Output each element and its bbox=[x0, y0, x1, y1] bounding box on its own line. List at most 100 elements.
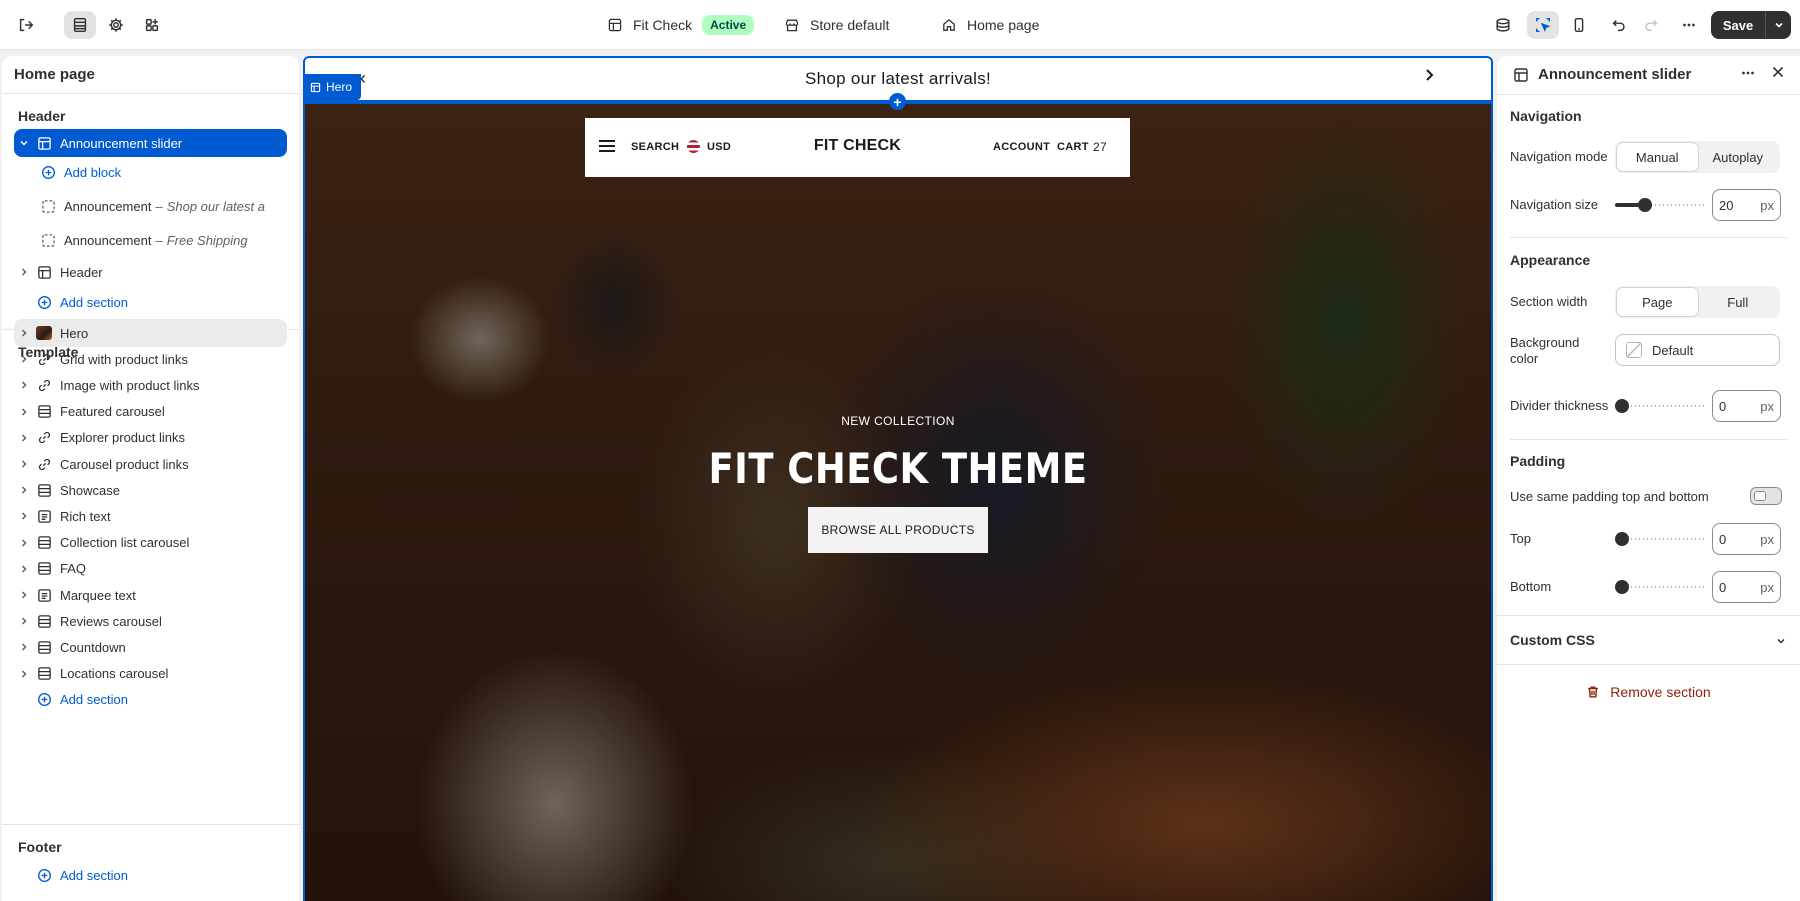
tree-item-image-with-product-links[interactable]: Image with product links bbox=[14, 371, 287, 399]
add-section-button[interactable]: Add section bbox=[14, 861, 287, 889]
tree-item-countdown[interactable]: Countdown bbox=[14, 633, 287, 661]
apps-icon[interactable] bbox=[136, 11, 168, 39]
chevron-right-icon[interactable] bbox=[18, 669, 30, 679]
hero-section[interactable]: SEARCH USD FIT CHECK ACCOUNT CART 27 NEW… bbox=[303, 102, 1493, 901]
sections-view-icon[interactable] bbox=[64, 11, 96, 39]
save-button[interactable]: Save bbox=[1711, 11, 1791, 39]
custom-css-toggle[interactable]: Custom CSS bbox=[1510, 632, 1787, 648]
tree-item-marquee-text[interactable]: Marquee text bbox=[14, 581, 287, 609]
padding-top-value[interactable]: 0 bbox=[1719, 532, 1760, 547]
chevron-down-icon[interactable] bbox=[18, 138, 30, 148]
chevron-right-icon[interactable] bbox=[18, 485, 30, 495]
tree-item-reviews-carousel[interactable]: Reviews carousel bbox=[14, 607, 287, 635]
store-context-label: Store default bbox=[810, 17, 890, 33]
chevron-right-icon[interactable] bbox=[1421, 67, 1437, 88]
theme-selector[interactable]: Fit Check Active bbox=[607, 14, 755, 36]
padding-bottom-slider[interactable] bbox=[1615, 580, 1705, 594]
slider-handle[interactable] bbox=[1615, 580, 1629, 594]
mobile-view-icon[interactable] bbox=[1563, 11, 1595, 39]
padding-bottom-value[interactable]: 0 bbox=[1719, 580, 1760, 595]
chevron-down-icon[interactable] bbox=[1775, 634, 1787, 650]
tree-item-rich-text[interactable]: Rich text bbox=[14, 502, 287, 530]
unit-label: px bbox=[1760, 531, 1774, 547]
tree-item-carousel-product-links[interactable]: Carousel product links bbox=[14, 450, 287, 478]
settings-title: Announcement slider bbox=[1538, 66, 1692, 83]
exit-icon[interactable] bbox=[10, 11, 42, 39]
tree-item-hero[interactable]: Hero bbox=[14, 319, 287, 347]
undo-icon[interactable] bbox=[1603, 11, 1635, 39]
same-padding-toggle[interactable] bbox=[1750, 487, 1782, 505]
announcement-text: Shop our latest arrivals! bbox=[804, 68, 992, 88]
gear-icon[interactable] bbox=[100, 11, 132, 39]
chevron-right-icon[interactable] bbox=[18, 459, 30, 469]
tree-item-locations-carousel[interactable]: Locations carousel bbox=[14, 660, 287, 688]
tree-item-grid-with-product-links[interactable]: Grid with product links bbox=[14, 345, 287, 373]
padding-top-input[interactable]: 0 px bbox=[1712, 523, 1781, 555]
navigation-mode-autoplay[interactable]: Autoplay bbox=[1698, 143, 1779, 171]
slider-handle[interactable] bbox=[1615, 532, 1629, 546]
tree-item-collection-list-carousel[interactable]: Collection list carousel bbox=[14, 529, 287, 557]
page-selector[interactable]: Home page bbox=[941, 14, 1039, 36]
settings-panel: Announcement slider Navigation Navigatio… bbox=[1497, 56, 1800, 901]
tree-item-showcase[interactable]: Showcase bbox=[14, 476, 287, 504]
tree-item-announcement-1[interactable]: Announcement – Shop our latest a bbox=[14, 192, 287, 220]
slider-handle[interactable] bbox=[1615, 399, 1629, 413]
navigation-mode-manual[interactable]: Manual bbox=[1617, 143, 1698, 171]
add-section-button[interactable]: Add section bbox=[14, 288, 287, 316]
navigation-size-slider[interactable] bbox=[1615, 198, 1705, 212]
select-element-icon[interactable] bbox=[1527, 11, 1559, 39]
navigation-size-input[interactable]: 20 px bbox=[1712, 189, 1781, 221]
navigation-size-label: Navigation size bbox=[1510, 197, 1599, 212]
chevron-right-icon[interactable] bbox=[18, 538, 30, 548]
navigation-size-value[interactable]: 20 bbox=[1719, 198, 1760, 213]
chevron-right-icon[interactable] bbox=[18, 267, 30, 277]
chevron-right-icon[interactable] bbox=[18, 407, 30, 417]
tree-item-label: Grid with product links bbox=[60, 351, 188, 367]
preview-inspector-icon[interactable] bbox=[1487, 11, 1519, 39]
tree-item-header[interactable]: Header bbox=[14, 258, 287, 286]
browse-all-products-button[interactable]: BROWSE ALL PRODUCTS bbox=[808, 507, 988, 553]
close-icon[interactable] bbox=[1770, 64, 1786, 85]
chevron-down-icon[interactable] bbox=[1766, 19, 1791, 31]
section-width-page[interactable]: Page bbox=[1617, 288, 1698, 316]
tree-item-announcement-2[interactable]: Announcement – Free Shipping bbox=[14, 226, 287, 254]
remove-section-button[interactable]: Remove section bbox=[1497, 684, 1800, 700]
tree-item-faq[interactable]: FAQ bbox=[14, 555, 287, 583]
more-horizontal-icon[interactable] bbox=[1673, 11, 1705, 39]
add-block-button[interactable]: Add block bbox=[14, 158, 287, 186]
chevron-right-icon[interactable] bbox=[18, 354, 30, 364]
chevron-right-icon[interactable] bbox=[18, 328, 30, 338]
account-link[interactable]: ACCOUNT bbox=[993, 141, 1050, 153]
section-width-segmented: Page Full bbox=[1615, 286, 1780, 318]
chevron-right-icon[interactable] bbox=[18, 433, 30, 443]
chevron-right-icon[interactable] bbox=[18, 590, 30, 600]
add-section-button[interactable]: Add section bbox=[14, 686, 287, 714]
padding-bottom-input[interactable]: 0 px bbox=[1712, 571, 1781, 603]
tree-item-announcement-slider[interactable]: Announcement slider bbox=[14, 129, 287, 157]
divider-thickness-input[interactable]: 0 px bbox=[1712, 390, 1781, 422]
chevron-right-icon[interactable] bbox=[18, 511, 30, 521]
tree-item-featured-carousel[interactable]: Featured carousel bbox=[14, 398, 287, 426]
add-section-plus-icon[interactable]: + bbox=[889, 93, 906, 110]
redo-icon[interactable] bbox=[1635, 11, 1667, 39]
tree-item-explorer-product-links[interactable]: Explorer product links bbox=[14, 424, 287, 452]
chevron-right-icon[interactable] bbox=[18, 642, 30, 652]
tree-item-sublabel: Free Shipping bbox=[166, 232, 248, 248]
chevron-right-icon[interactable] bbox=[18, 380, 30, 390]
chevron-right-icon[interactable] bbox=[18, 564, 30, 574]
tree-item-label: Hero bbox=[60, 325, 89, 341]
tree-item-label: Announcement bbox=[64, 198, 152, 214]
chevron-right-icon[interactable] bbox=[18, 616, 30, 626]
store-context-selector[interactable]: Store default bbox=[784, 14, 889, 36]
more-horizontal-icon[interactable] bbox=[1739, 64, 1757, 87]
storefront-preview[interactable]: ‹ Shop our latest arrivals! SEARCH USD F… bbox=[303, 56, 1493, 901]
divider-thickness-value[interactable]: 0 bbox=[1719, 399, 1760, 414]
section-width-full[interactable]: Full bbox=[1698, 288, 1779, 316]
hero-section-tag[interactable]: Hero bbox=[304, 74, 361, 100]
background-color-picker[interactable]: Default bbox=[1615, 334, 1780, 366]
link-icon bbox=[36, 456, 52, 472]
padding-top-slider[interactable] bbox=[1615, 532, 1705, 546]
divider-thickness-slider[interactable] bbox=[1615, 399, 1705, 413]
slider-handle[interactable] bbox=[1638, 198, 1652, 212]
cart-link[interactable]: CART bbox=[1057, 141, 1089, 153]
